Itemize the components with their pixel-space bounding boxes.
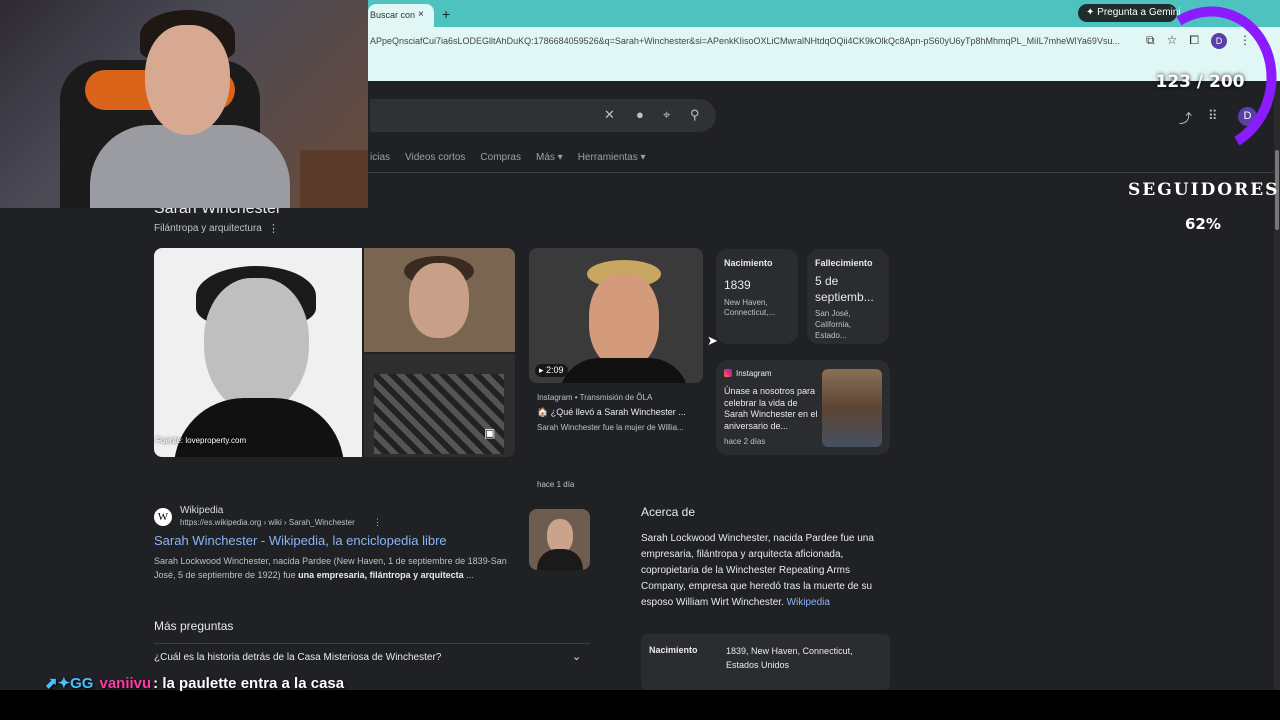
tab-strip: Buscar con × + ✦ Pregunta a Gemini bbox=[368, 0, 1280, 27]
death-place: San José, California, Estado... bbox=[815, 309, 852, 340]
result-url[interactable]: https://es.wikipedia.org › wiki › Sarah_… bbox=[180, 518, 355, 527]
tab-title: Buscar con bbox=[370, 10, 416, 20]
chevron-down-icon[interactable]: ⌄ bbox=[572, 650, 581, 663]
filter-shopping[interactable]: Compras bbox=[480, 152, 521, 163]
result-snippet: Sarah Lockwood Winchester, nacida Pardee… bbox=[154, 556, 507, 580]
portrait-image-main[interactable]: Fuente: loveproperty.com bbox=[154, 248, 362, 457]
video-time: hace 1 día bbox=[537, 480, 575, 489]
wikipedia-logo-icon: W bbox=[154, 508, 172, 526]
entity-subtitle: Filántropa y arquitectura bbox=[154, 223, 262, 234]
instagram-card[interactable]: Instagram Únase a nosotros para celebrar… bbox=[716, 360, 890, 455]
image-gallery-icon[interactable]: ▣ bbox=[484, 426, 495, 440]
about-text: Sarah Lockwood Winchester, nacida Pardee… bbox=[641, 533, 874, 608]
followers-label: SEGUIDORES bbox=[1128, 180, 1280, 200]
video-thumbnail[interactable]: ▸ 2:09 bbox=[529, 248, 703, 383]
search-box[interactable]: ✕ ● ⌖ ⚲ bbox=[370, 99, 716, 132]
instagram-icon bbox=[724, 369, 732, 377]
address-bar[interactable]: APpeQnsciafCui7ia6sLODEGlltAhDuKQ:178668… bbox=[368, 27, 1280, 57]
about-row-value[interactable]: 1839, New Haven, Connecticut, Estados Un… bbox=[726, 645, 886, 672]
about-row-label: Nacimiento bbox=[649, 645, 698, 655]
death-value: 5 de septiemb... bbox=[815, 274, 874, 304]
video-duration: ▸ 2:09 bbox=[535, 364, 568, 377]
filter-news[interactable]: icias bbox=[370, 152, 390, 163]
birth-card[interactable]: Nacimiento 1839 New Haven, Connecticut,.… bbox=[716, 249, 798, 344]
tab-close-icon[interactable]: × bbox=[418, 9, 424, 20]
followers-percent: 62% bbox=[1185, 215, 1221, 233]
search-filters: icias Videos cortos Compras Más ▾ Herram… bbox=[370, 152, 646, 163]
webcam-overlay bbox=[0, 0, 368, 208]
chat-badges-icon: ⬈✦GG bbox=[45, 675, 94, 692]
more-questions-title: Más preguntas bbox=[154, 619, 234, 633]
more-options-icon[interactable]: ⋮ bbox=[268, 222, 279, 235]
divider bbox=[154, 643, 590, 644]
filter-tools[interactable]: Herramientas ▾ bbox=[578, 152, 646, 163]
video-card[interactable]: ▸ 2:09 Instagram • Transmisión de ÕLA 🏠 … bbox=[529, 248, 703, 498]
question-item[interactable]: ¿Cuál es la historia detrás de la Casa M… bbox=[154, 652, 441, 663]
filter-short-videos[interactable]: Videos cortos bbox=[405, 152, 465, 163]
result-site[interactable]: Wikipedia bbox=[180, 505, 223, 516]
video-description: Sarah Winchester fue la mujer de Willia.… bbox=[537, 423, 684, 432]
video-meta: Instagram • Transmisión de ÕLA bbox=[537, 393, 653, 402]
chat-text: : la paulette entra a la casa bbox=[153, 675, 345, 692]
result-options-icon[interactable]: ⋮ bbox=[373, 517, 382, 528]
result-thumbnail[interactable] bbox=[529, 509, 590, 570]
follower-counter: 123 / 200 bbox=[1155, 72, 1245, 92]
mic-icon[interactable]: ● bbox=[636, 107, 644, 122]
tab-search[interactable]: Buscar con × bbox=[368, 4, 434, 27]
gemini-button[interactable]: ✦ Pregunta a Gemini bbox=[1078, 4, 1181, 22]
instagram-time: hace 2 días bbox=[724, 437, 766, 446]
divider bbox=[368, 172, 1280, 173]
mouse-cursor-icon: ➤ bbox=[707, 333, 718, 348]
about-birth-row: Nacimiento 1839, New Haven, Connecticut,… bbox=[641, 634, 890, 690]
image-source: Fuente: loveproperty.com bbox=[156, 436, 247, 445]
death-label: Fallecimiento bbox=[815, 258, 873, 268]
birth-label: Nacimiento bbox=[724, 258, 773, 268]
bottom-bar bbox=[0, 690, 1280, 720]
new-tab-icon[interactable]: + bbox=[442, 6, 450, 22]
chat-username: vaniivu bbox=[99, 675, 152, 692]
instagram-thumbnail bbox=[822, 369, 882, 447]
death-card[interactable]: Fallecimiento 5 de septiemb... San José,… bbox=[807, 249, 889, 344]
instagram-text: Únase a nosotros para celebrar la vida d… bbox=[724, 386, 818, 432]
search-icon[interactable]: ⚲ bbox=[690, 107, 700, 123]
instagram-source: Instagram bbox=[736, 369, 772, 378]
birth-value: 1839 bbox=[724, 278, 751, 292]
video-title[interactable]: 🏠 ¿Qué llevó a Sarah Winchester ... bbox=[537, 407, 701, 418]
chat-message: ⬈✦GG vaniivu: la paulette entra a la casa bbox=[45, 674, 344, 692]
lens-icon[interactable]: ⌖ bbox=[663, 107, 670, 123]
result-title-link[interactable]: Sarah Winchester - Wikipedia, la enciclo… bbox=[154, 533, 447, 548]
about-title: Acerca de bbox=[641, 505, 696, 519]
portrait-image-color[interactable] bbox=[364, 248, 515, 352]
portrait-image-group[interactable] bbox=[364, 354, 515, 457]
clear-icon[interactable]: ✕ bbox=[604, 107, 615, 123]
filter-more[interactable]: Más ▾ bbox=[536, 152, 563, 163]
birth-place: New Haven, Connecticut,... bbox=[724, 297, 776, 318]
wikipedia-link[interactable]: Wikipedia bbox=[787, 597, 830, 608]
url-text[interactable]: APpeQnsciafCui7ia6sLODEGlltAhDuKQ:178668… bbox=[370, 36, 1130, 46]
